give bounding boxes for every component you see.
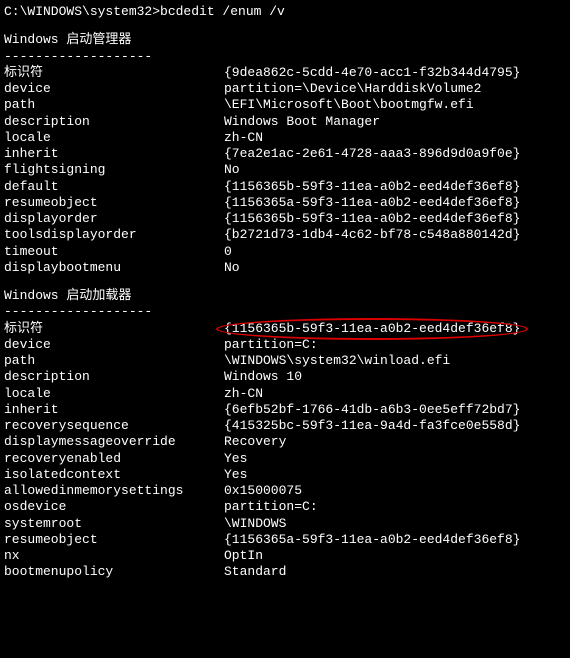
property-key: 标识符 [4,65,224,81]
property-value: partition=C: [224,337,566,353]
property-value: \EFI\Microsoft\Boot\bootmgfw.efi [224,97,566,113]
property-row: toolsdisplayorder{b2721d73-1db4-4c62-bf7… [4,227,566,243]
property-value: {415325bc-59f3-11ea-9a4d-fa3fce0e558d} [224,418,566,434]
property-row: inherit{6efb52bf-1766-41db-a6b3-0ee5eff7… [4,402,566,418]
property-key: device [4,81,224,97]
property-value: {1156365a-59f3-11ea-a0b2-eed4def36ef8} [224,195,566,211]
property-row: 标识符{9dea862c-5cdd-4e70-acc1-f32b344d4795… [4,65,566,81]
property-value: {9dea862c-5cdd-4e70-acc1-f32b344d4795} [224,65,566,81]
section-header: Windows 启动管理器 [4,32,566,48]
property-key: description [4,114,224,130]
property-key: toolsdisplayorder [4,227,224,243]
property-value: {1156365b-59f3-11ea-a0b2-eed4def36ef8} [224,321,566,337]
property-value: {1156365b-59f3-11ea-a0b2-eed4def36ef8} [224,179,566,195]
property-value: zh-CN [224,130,566,146]
property-key: isolatedcontext [4,467,224,483]
property-row: default{1156365b-59f3-11ea-a0b2-eed4def3… [4,179,566,195]
property-value: {6efb52bf-1766-41db-a6b3-0ee5eff72bd7} [224,402,566,418]
property-row: descriptionWindows Boot Manager [4,114,566,130]
property-row: recoverysequence{415325bc-59f3-11ea-9a4d… [4,418,566,434]
property-key: path [4,97,224,113]
property-row: displaymessageoverrideRecovery [4,434,566,450]
property-row: 标识符{1156365b-59f3-11ea-a0b2-eed4def36ef8… [4,321,566,337]
property-row: localezh-CN [4,386,566,402]
property-row: resumeobject{1156365a-59f3-11ea-a0b2-eed… [4,532,566,548]
property-row: inherit{7ea2e1ac-2e61-4728-aaa3-896d9d0a… [4,146,566,162]
property-row: recoveryenabledYes [4,451,566,467]
property-key: flightsigning [4,162,224,178]
property-row: displayorder{1156365b-59f3-11ea-a0b2-eed… [4,211,566,227]
property-value: OptIn [224,548,566,564]
property-value: {b2721d73-1db4-4c62-bf78-c548a880142d} [224,227,566,243]
property-value: partition=C: [224,499,566,515]
highlighted-value: {1156365b-59f3-11ea-a0b2-eed4def36ef8} [224,321,520,337]
property-key: recoveryenabled [4,451,224,467]
property-value: {7ea2e1ac-2e61-4728-aaa3-896d9d0a9f0e} [224,146,566,162]
property-row: nxOptIn [4,548,566,564]
property-value: Standard [224,564,566,580]
property-key: timeout [4,244,224,260]
property-row: allowedinmemorysettings0x15000075 [4,483,566,499]
property-value: Yes [224,467,566,483]
bcd-section: Windows 启动管理器-------------------标识符{9dea… [4,32,566,276]
property-row: path\WINDOWS\system32\winload.efi [4,353,566,369]
property-key: inherit [4,146,224,162]
property-key: displaymessageoverride [4,434,224,450]
property-value: Windows Boot Manager [224,114,566,130]
section-header: Windows 启动加载器 [4,288,566,304]
property-key: path [4,353,224,369]
property-key: allowedinmemorysettings [4,483,224,499]
property-value: No [224,162,566,178]
property-value: partition=\Device\HarddiskVolume2 [224,81,566,97]
property-value: {1156365b-59f3-11ea-a0b2-eed4def36ef8} [224,211,566,227]
property-row: systemroot\WINDOWS [4,516,566,532]
section-divider: ------------------- [4,49,566,65]
property-key: device [4,337,224,353]
property-key: displayorder [4,211,224,227]
property-value: \WINDOWS [224,516,566,532]
property-key: systemroot [4,516,224,532]
property-key: resumeobject [4,532,224,548]
property-row: displaybootmenuNo [4,260,566,276]
property-key: osdevice [4,499,224,515]
property-key: default [4,179,224,195]
property-key: recoverysequence [4,418,224,434]
property-key: locale [4,386,224,402]
property-value: No [224,260,566,276]
property-value: \WINDOWS\system32\winload.efi [224,353,566,369]
property-value: Windows 10 [224,369,566,385]
property-key: inherit [4,402,224,418]
property-row: path\EFI\Microsoft\Boot\bootmgfw.efi [4,97,566,113]
property-key: description [4,369,224,385]
property-key: 标识符 [4,321,224,337]
property-row: timeout0 [4,244,566,260]
property-row: flightsigningNo [4,162,566,178]
property-key: resumeobject [4,195,224,211]
property-value: Yes [224,451,566,467]
property-key: locale [4,130,224,146]
property-row: devicepartition=C: [4,337,566,353]
section-divider: ------------------- [4,304,566,320]
property-row: isolatedcontextYes [4,467,566,483]
property-row: resumeobject{1156365a-59f3-11ea-a0b2-eed… [4,195,566,211]
property-row: descriptionWindows 10 [4,369,566,385]
command-prompt: C:\WINDOWS\system32>bcdedit /enum /v [4,4,566,20]
bcd-section: Windows 启动加载器-------------------标识符{1156… [4,288,566,581]
property-value: Recovery [224,434,566,450]
property-value: 0x15000075 [224,483,566,499]
property-row: osdevicepartition=C: [4,499,566,515]
property-value: 0 [224,244,566,260]
property-row: devicepartition=\Device\HarddiskVolume2 [4,81,566,97]
property-value: zh-CN [224,386,566,402]
property-key: bootmenupolicy [4,564,224,580]
property-key: nx [4,548,224,564]
property-key: displaybootmenu [4,260,224,276]
property-row: localezh-CN [4,130,566,146]
property-row: bootmenupolicyStandard [4,564,566,580]
property-value: {1156365a-59f3-11ea-a0b2-eed4def36ef8} [224,532,566,548]
